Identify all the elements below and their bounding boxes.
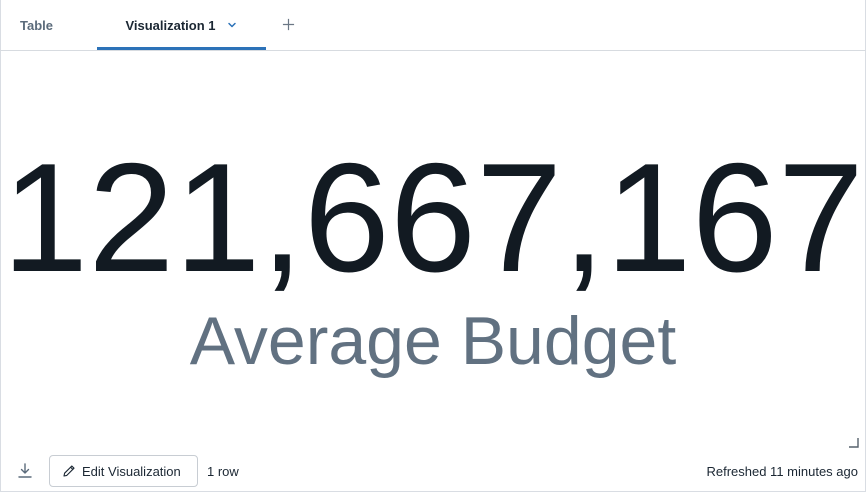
tab-table[interactable]: Table — [20, 0, 53, 50]
plus-icon[interactable] — [278, 13, 298, 35]
row-count: 1 row — [207, 464, 239, 479]
tab-visualization-1[interactable]: Visualization 1 — [97, 0, 266, 50]
counter-widget: 121,667,167 — [0, 140, 866, 295]
pencil-icon — [63, 465, 75, 477]
edit-visualization-label: Edit Visualization — [82, 463, 181, 479]
download-icon[interactable] — [16, 462, 34, 480]
tab-bar: Table Visualization 1 — [0, 0, 866, 51]
counter-value: 121,667,167 — [2, 131, 864, 304]
chevron-down-icon[interactable] — [226, 19, 238, 31]
tab-table-label: Table — [20, 17, 53, 33]
refresh-status: Refreshed 11 minutes ago — [706, 464, 858, 479]
counter-label: Average Budget — [189, 303, 677, 379]
edit-visualization-button[interactable]: Edit Visualization — [49, 455, 198, 487]
resize-handle-icon[interactable] — [849, 435, 859, 448]
footer-bar: Edit Visualization 1 row Refreshed 11 mi… — [0, 452, 866, 492]
tab-visualization-1-label: Visualization 1 — [125, 17, 216, 33]
